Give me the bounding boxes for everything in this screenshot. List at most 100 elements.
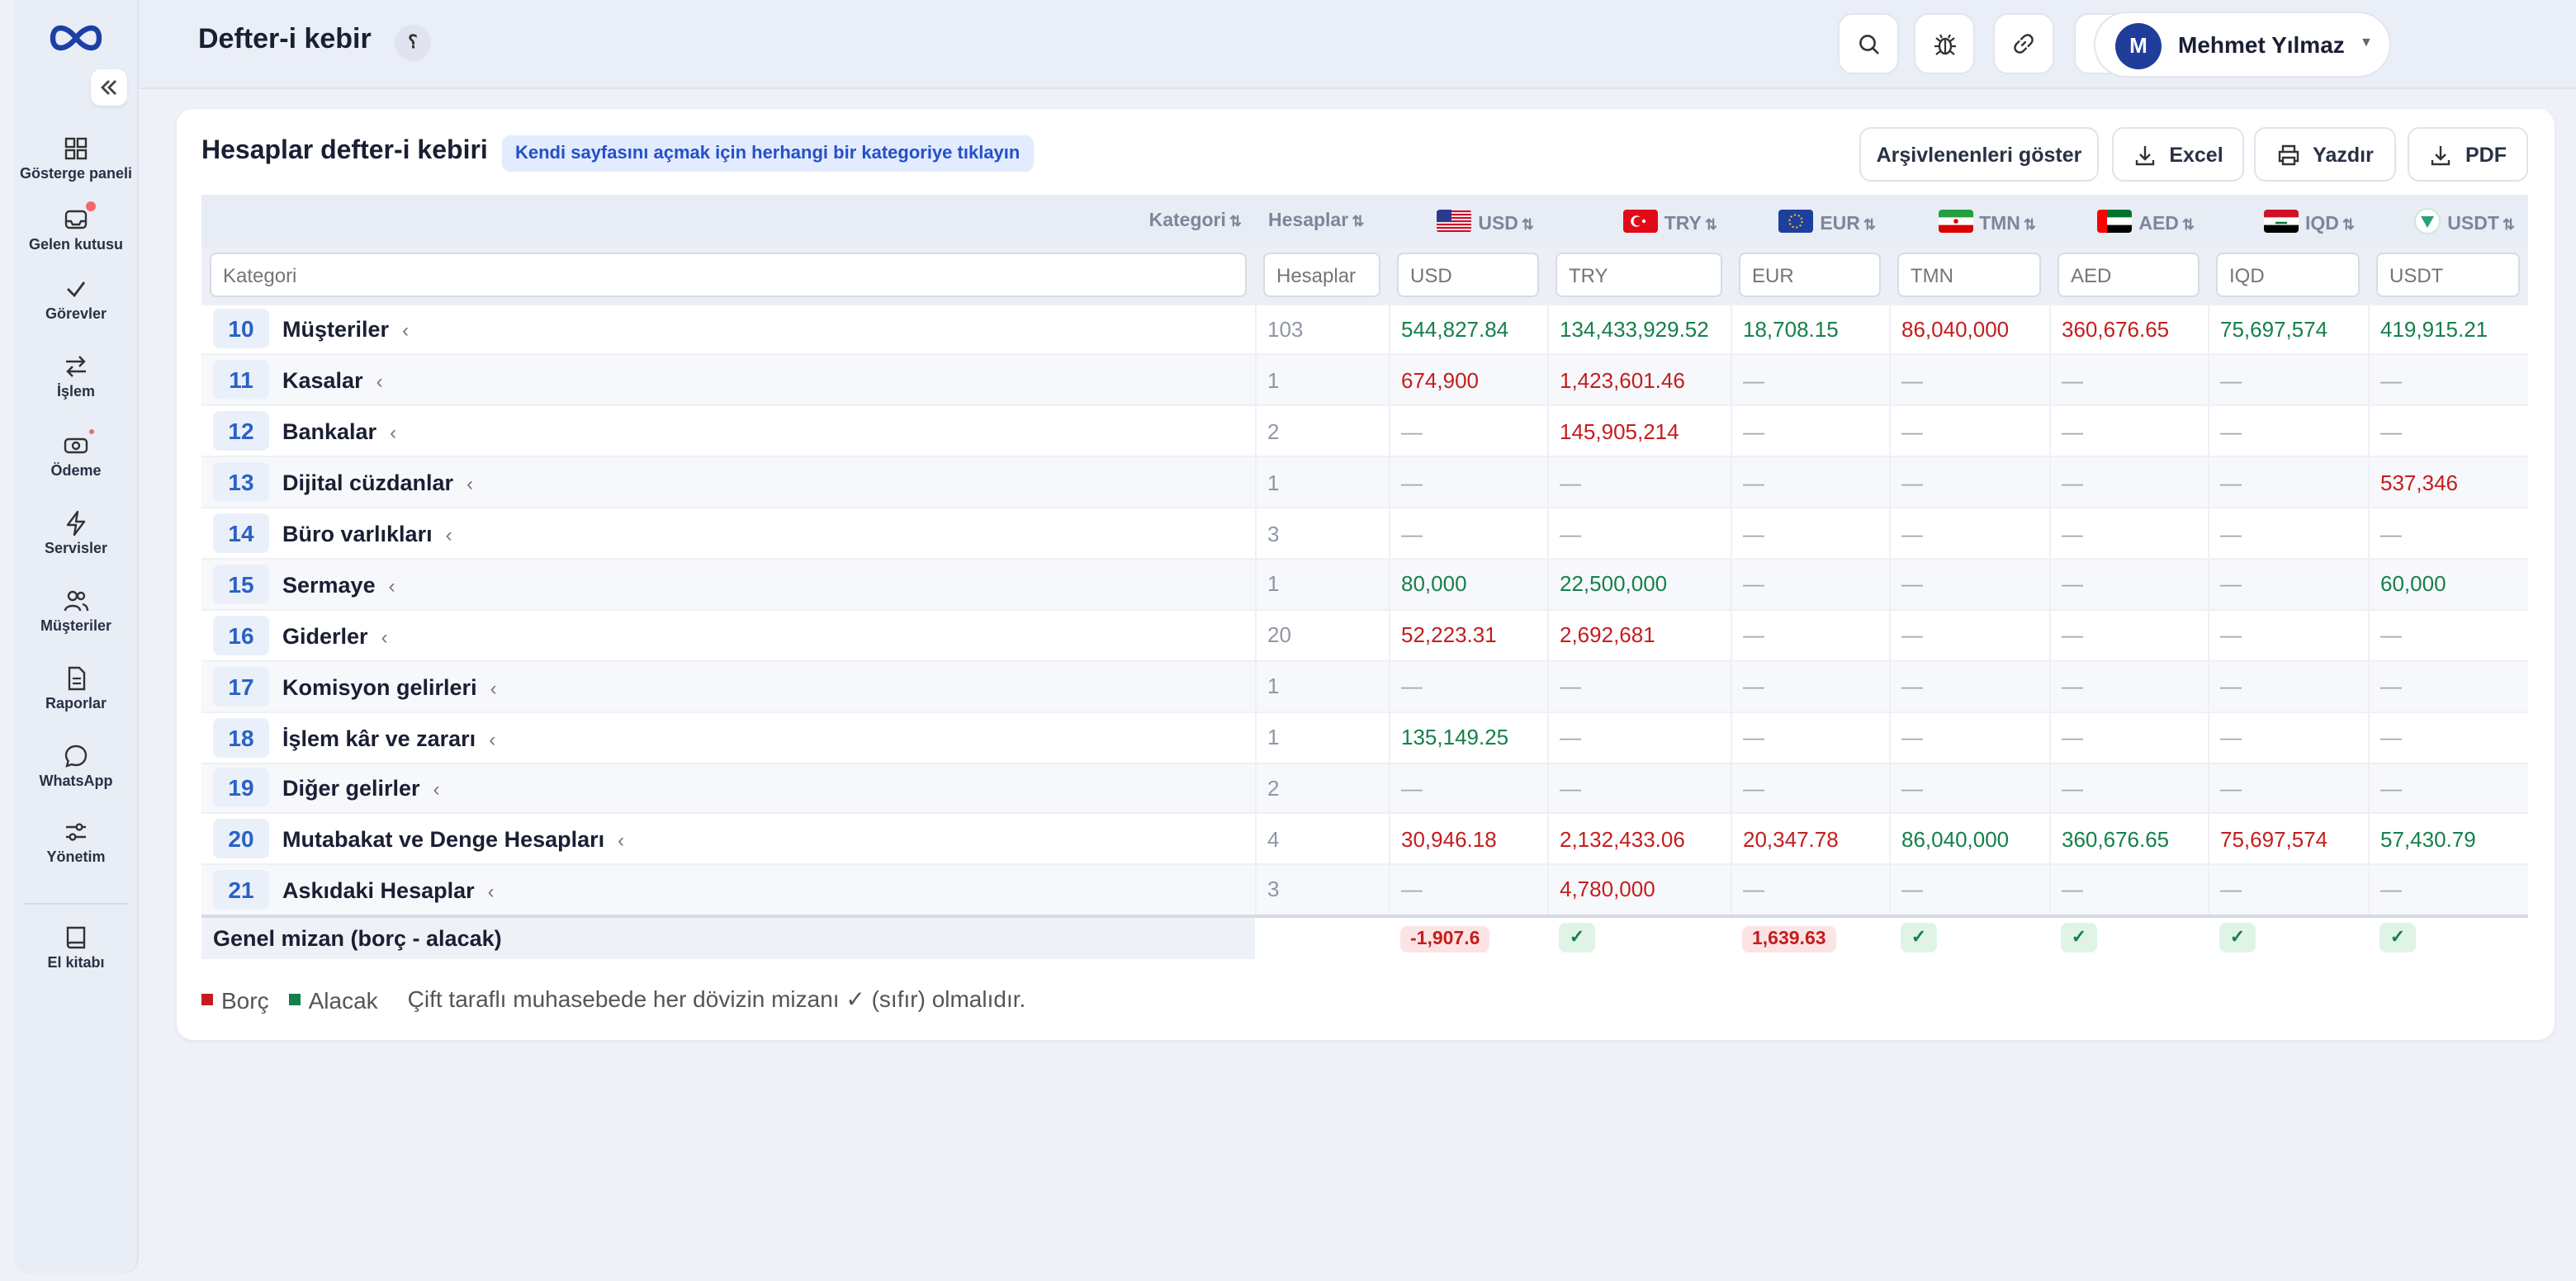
sort-icon: ⇅	[1704, 215, 1717, 232]
help-button[interactable]: ؟	[395, 25, 431, 61]
category-filter-input[interactable]	[210, 253, 1247, 298]
category-cell[interactable]: 20 Mutabakat ve Denge Hesapları ‹	[201, 812, 1255, 865]
category-name-link[interactable]: Müşteriler	[282, 318, 389, 343]
table-row[interactable]: 21 Askıdaki Hesaplar ‹ 3—4,780,000— — — — —	[201, 863, 2528, 916]
category-name-link[interactable]: Askıdaki Hesaplar	[282, 878, 475, 903]
table-row[interactable]: 20 Mutabakat ve Denge Hesapları ‹ 4 30,946.1…	[201, 812, 2528, 865]
category-cell[interactable]: 19 Diğer gelirler ‹	[201, 762, 1255, 814]
category-name-link[interactable]: İşlem kâr ve zararı	[282, 726, 476, 750]
category-cell[interactable]: 10 Müşteriler ‹	[201, 303, 1255, 355]
sidebar-item-inbox[interactable]: Gelen kutusu	[13, 201, 139, 253]
column-header-accounts[interactable]: Hesaplar ⇅	[1255, 195, 1389, 248]
user-name: Mehmet Yılmaz	[2178, 31, 2345, 58]
column-header-tmn[interactable]: TMN ⇅	[1889, 195, 2049, 248]
category-name-link[interactable]: Sermaye	[282, 573, 376, 598]
column-header-usd[interactable]: USD ⇅	[1389, 195, 1547, 248]
table-row[interactable]: 13 Dijital cüzdanlar ‹ 1— — — — — —537,346	[201, 456, 2528, 508]
category-cell[interactable]: 18 İşlem kâr ve zararı ‹	[201, 711, 1255, 763]
balance-cell: 145,905,214	[1546, 404, 1731, 457]
category-name-link[interactable]: Komisyon gelirleri	[282, 674, 477, 699]
category-name-link[interactable]: Diğer gelirler	[282, 777, 420, 801]
sidebar-item-dashboard[interactable]: Gösterge paneli	[13, 135, 139, 182]
table-row[interactable]: 19 Diğer gelirler ‹ 2— — — — — — —	[201, 762, 2528, 814]
try-filter-input[interactable]	[1556, 253, 1722, 298]
eur-filter-input[interactable]	[1739, 253, 1881, 298]
category-cell[interactable]: 17 Komisyon gelirleri ‹	[201, 659, 1255, 712]
search-button[interactable]	[1838, 13, 1899, 74]
category-cell[interactable]: 14 Büro varlıkları ‹	[201, 507, 1255, 559]
sidebar-item-customers[interactable]: Müşteriler	[13, 588, 139, 634]
column-header-eur[interactable]: EUR ⇅	[1731, 195, 1889, 248]
balance-cell: —	[1546, 456, 1731, 508]
category-cell[interactable]: 13 Dijital cüzdanlar ‹	[201, 456, 1255, 508]
sidebar-item-payment[interactable]: Ödeme	[13, 429, 139, 479]
column-header-category[interactable]: Kategori ⇅	[201, 195, 1255, 248]
table-row[interactable]: 14 Büro varlıkları ‹ 3— — — — — — —	[201, 507, 2528, 559]
balance-cell: —	[1888, 659, 2049, 712]
chevron-left-icon[interactable]: ‹	[466, 472, 473, 495]
chevron-left-icon[interactable]: ‹	[433, 778, 440, 801]
excel-button[interactable]: Excel	[2112, 127, 2244, 182]
category-cell[interactable]: 11 Kasalar ‹	[201, 353, 1255, 406]
sidebar-item-services[interactable]: Servisler	[13, 510, 139, 556]
category-cell[interactable]: 21 Askıdaki Hesaplar ‹	[201, 863, 1255, 916]
table-row[interactable]: 12 Bankalar ‹ 2—145,905,214— — — — —	[201, 404, 2528, 457]
sidebar-item-handbook[interactable]: El kitabı	[13, 924, 139, 971]
chevron-left-icon[interactable]: ‹	[488, 880, 495, 903]
iqd-filter-input[interactable]	[2216, 253, 2360, 298]
sidebar-item-transaction[interactable]: İşlem	[13, 353, 139, 399]
infinity-logo-icon[interactable]	[43, 20, 109, 56]
pdf-button[interactable]: PDF	[2408, 127, 2528, 182]
accounts-filter-input[interactable]	[1263, 253, 1380, 298]
avatar: M	[2115, 23, 2162, 69]
balance-cell: 4,780,000	[1546, 863, 1731, 916]
aed-filter-input[interactable]	[2057, 253, 2200, 298]
print-label: Yazdır	[2313, 143, 2374, 166]
table-row[interactable]: 16 Giderler ‹ 20 52,223.31 2,692,681— — — — —	[201, 608, 2528, 661]
chevron-left-icon[interactable]: ‹	[490, 676, 497, 699]
sidebar-item-management[interactable]: Yönetim	[13, 819, 139, 865]
print-button[interactable]: Yazdır	[2254, 127, 2396, 182]
table-row[interactable]: 18 İşlem kâr ve zararı ‹ 1 135,149.25— — — — — —	[201, 711, 2528, 763]
chevron-left-icon[interactable]: ‹	[446, 523, 452, 546]
category-name-link[interactable]: Giderler	[282, 624, 368, 649]
table-row[interactable]: 17 Komisyon gelirleri ‹ 1— — — — — — —	[201, 659, 2528, 712]
category-name-link[interactable]: Büro varlıkları	[282, 522, 433, 546]
balance-cell: —	[2367, 608, 2528, 661]
usd-filter-input[interactable]	[1397, 253, 1539, 298]
column-header-try[interactable]: TRY ⇅	[1547, 195, 1731, 248]
table-row[interactable]: 15 Sermaye ‹ 1 80,000 22,500,000— — — —60,000	[201, 557, 2528, 610]
category-name-link[interactable]: Bankalar	[282, 419, 376, 444]
chevron-left-icon[interactable]: ‹	[381, 626, 388, 649]
category-name-link[interactable]: Mutabakat ve Denge Hesapları	[282, 828, 604, 853]
chevron-left-icon[interactable]: ‹	[376, 371, 383, 394]
category-cell[interactable]: 15 Sermaye ‹	[201, 557, 1255, 610]
category-name-link[interactable]: Dijital cüzdanlar	[282, 470, 453, 495]
tmn-filter-input[interactable]	[1897, 253, 2041, 298]
notification-dot	[86, 201, 96, 211]
sidebar-item-tasks[interactable]: Görevler	[13, 276, 139, 322]
sidebar-item-whatsapp[interactable]: WhatsApp	[13, 743, 139, 789]
column-header-usdt[interactable]: USDT ⇅	[2368, 195, 2528, 248]
column-header-aed[interactable]: AED ⇅	[2049, 195, 2208, 248]
collapse-sidebar-button[interactable]	[91, 69, 127, 106]
chevron-left-icon[interactable]: ‹	[390, 421, 396, 444]
user-menu[interactable]: M Mehmet Yılmaz ▼	[2094, 12, 2391, 78]
chevron-left-icon[interactable]: ‹	[402, 319, 409, 343]
sidebar-item-reports[interactable]: Raporlar	[13, 665, 139, 711]
table-row[interactable]: 11 Kasalar ‹ 1 674,900 1,423,601.46— — — — —	[201, 353, 2528, 406]
column-header-iqd[interactable]: IQD ⇅	[2208, 195, 2368, 248]
chevron-left-icon[interactable]: ‹	[618, 830, 624, 853]
debit-color-swatch	[201, 994, 213, 1005]
category-name-link[interactable]: Kasalar	[282, 369, 363, 394]
table-row[interactable]: 10 Müşteriler ‹ 103 544,827.84 134,433,929.52…	[201, 303, 2528, 355]
chevron-left-icon[interactable]: ‹	[489, 727, 495, 750]
usdt-filter-input[interactable]	[2376, 253, 2520, 298]
category-cell[interactable]: 12 Bankalar ‹	[201, 404, 1255, 457]
chevron-left-icon[interactable]: ‹	[389, 574, 395, 598]
debug-button[interactable]	[1914, 13, 1975, 74]
sort-icon: ⇅	[1521, 215, 1534, 232]
show-archived-button[interactable]: Arşivlenenleri göster	[1859, 127, 2099, 182]
category-cell[interactable]: 16 Giderler ‹	[201, 608, 1255, 661]
link-button[interactable]	[1993, 13, 2054, 74]
